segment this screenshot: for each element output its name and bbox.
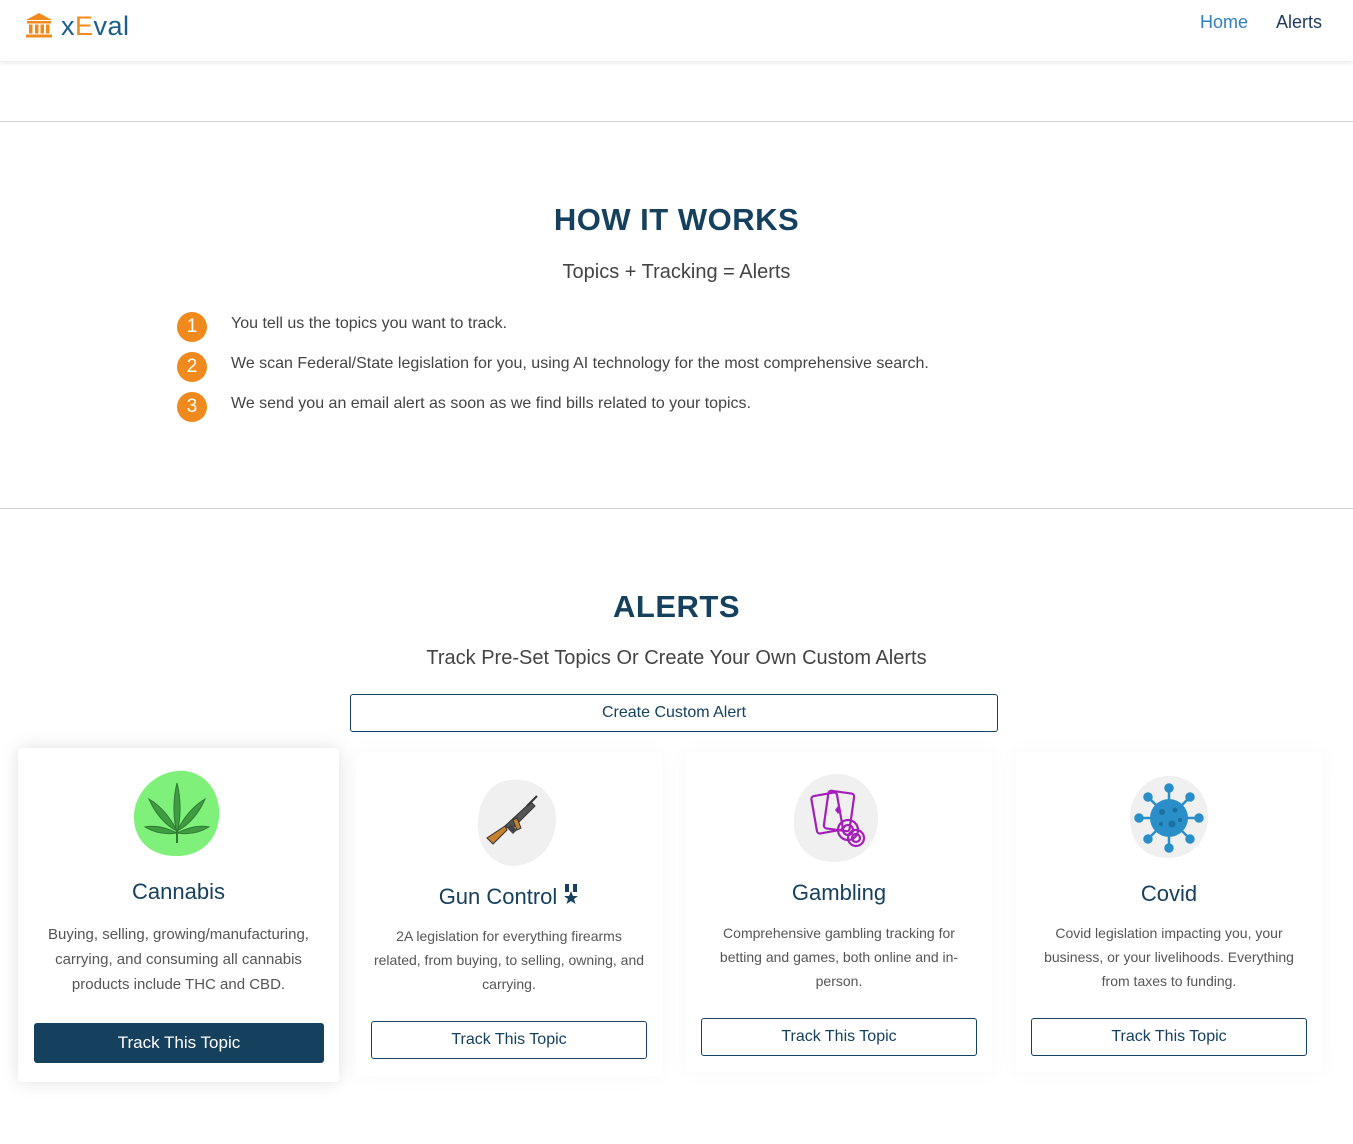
medal-icon <box>564 884 579 904</box>
alerts-title: ALERTS <box>613 589 740 624</box>
logo-text-prefix: x <box>61 11 75 41</box>
logo-link[interactable]: xEval <box>24 8 130 44</box>
track-topic-button[interactable]: Track This Topic <box>701 1018 977 1056</box>
virus-icon <box>1130 775 1208 858</box>
card-title-row: Gun Control <box>356 884 662 910</box>
step-number-badge: 3 <box>177 392 207 422</box>
how-it-works-subtitle: Topics + Tracking = Alerts <box>562 261 791 283</box>
logo-text-suffix: val <box>93 11 130 41</box>
step-item: 2 We scan Federal/State legislation for … <box>177 352 929 382</box>
step-text: We send you an email alert as soon as we… <box>231 395 751 412</box>
main-nav: Home Alerts <box>1200 11 1322 33</box>
nav-alerts-link[interactable]: Alerts <box>1276 11 1322 33</box>
track-topic-button[interactable]: Track This Topic <box>371 1021 647 1059</box>
capitol-building-icon <box>26 13 52 38</box>
rifle-icon <box>477 779 557 866</box>
track-topic-button[interactable]: Track This Topic <box>1031 1018 1307 1056</box>
step-text: We scan Federal/State legislation for yo… <box>231 355 929 372</box>
cards-chips-icon <box>793 773 878 862</box>
card-description: 2A legislation for everything firearms r… <box>373 928 645 992</box>
section-divider <box>0 121 1353 122</box>
card-description: Buying, selling, growing/manufacturing, … <box>48 926 309 993</box>
alerts-subtitle: Track Pre-Set Topics Or Create Your Own … <box>426 647 927 669</box>
step-item: 3 We send you an email alert as soon as … <box>177 392 929 422</box>
step-text: You tell us the topics you want to track… <box>231 315 508 332</box>
step-item: 1 You tell us the topics you want to tra… <box>177 312 929 342</box>
topic-card-gun-control: Gun Control 2A legislation for everythin… <box>356 752 662 1076</box>
card-title: Gambling <box>791 880 887 905</box>
card-description: Covid legislation impacting you, your bu… <box>1044 925 1294 989</box>
steps-list: 1 You tell us the topics you want to tra… <box>177 312 929 432</box>
logo-wordmark: xEval <box>61 8 130 44</box>
top-navbar: xEval Home Alerts <box>0 0 1353 62</box>
step-number-badge: 2 <box>177 352 207 382</box>
topic-card-covid: Covid Covid legislation impacting you, y… <box>1016 752 1322 1072</box>
topic-card-cannabis: Cannabis Buying, selling, growing/manufa… <box>18 748 339 1082</box>
logo-text-e: E <box>75 11 94 41</box>
topic-card-gambling: Gambling Comprehensive gambling tracking… <box>686 752 992 1072</box>
card-title: Covid <box>1140 881 1198 906</box>
track-topic-button[interactable]: Track This Topic <box>34 1023 324 1063</box>
section-divider <box>0 508 1353 509</box>
card-title: Cannabis <box>132 879 225 904</box>
card-description: Comprehensive gambling tracking for bett… <box>719 925 959 989</box>
step-number-badge: 1 <box>177 312 207 342</box>
how-it-works-title: HOW IT WORKS <box>553 202 800 237</box>
create-custom-alert-button[interactable]: Create Custom Alert <box>350 694 998 732</box>
card-title: Gun Control <box>438 884 558 909</box>
nav-home-link[interactable]: Home <box>1200 11 1248 33</box>
cannabis-leaf-icon <box>133 770 220 857</box>
